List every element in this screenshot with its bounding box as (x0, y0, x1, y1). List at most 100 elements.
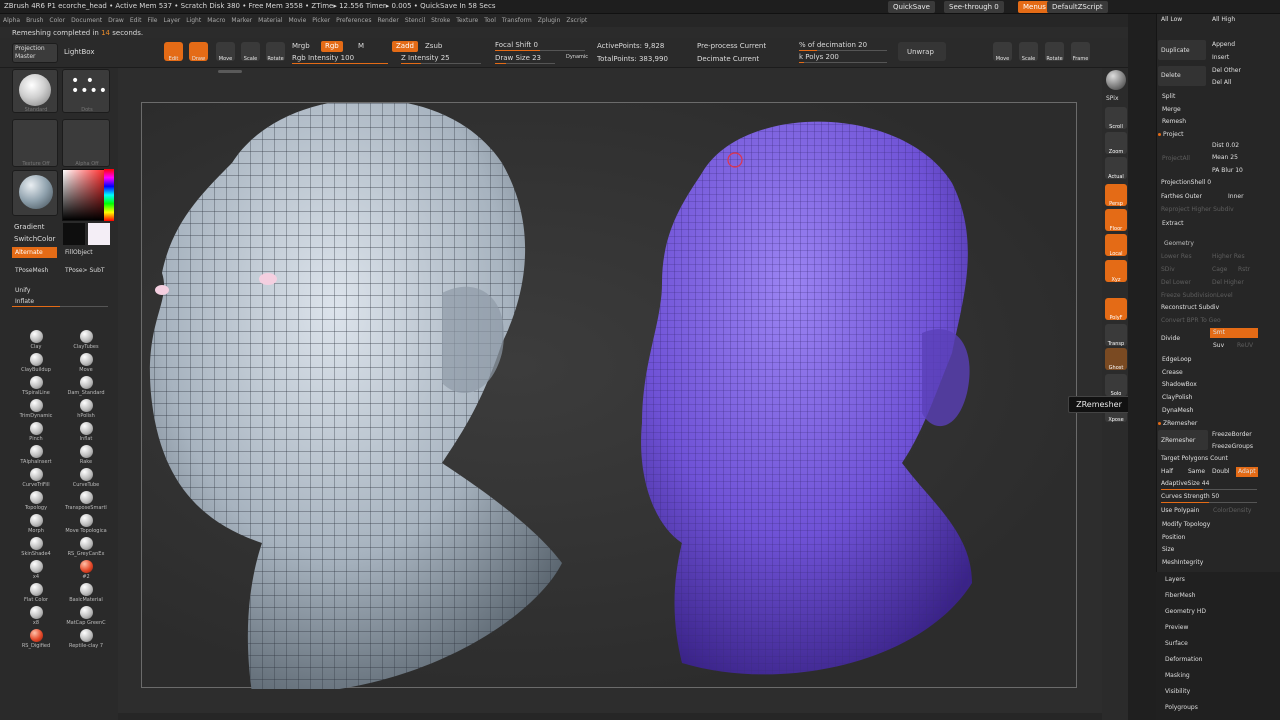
split-subpalette[interactable]: Split (1162, 91, 1175, 102)
menu-item[interactable]: Edit (130, 14, 142, 27)
brush-slot[interactable]: Move (61, 353, 111, 373)
del-all-button[interactable]: Del All (1212, 77, 1231, 88)
default-zscript-button[interactable]: DefaultZScript (1047, 1, 1108, 13)
canvas-scroll-handle[interactable] (218, 70, 242, 73)
xyz-button[interactable]: Xyz (1105, 260, 1127, 283)
draw-size-track[interactable] (495, 63, 555, 64)
brush-slot[interactable]: Inflat (61, 422, 111, 442)
gradient-button[interactable]: Gradient (14, 223, 44, 231)
secondary-color-swatch[interactable] (63, 223, 85, 245)
menu-item[interactable]: Marker (231, 14, 252, 27)
main-color-swatch[interactable] (88, 223, 110, 245)
brush-slot[interactable]: MatCap GreenC (61, 606, 111, 626)
bpr-render-icon[interactable] (1106, 70, 1126, 90)
crease-subpalette[interactable]: Crease (1162, 367, 1183, 378)
double-button[interactable]: Doubl (1212, 466, 1230, 477)
brush-slot[interactable]: Move Topologica (61, 514, 111, 534)
claypolish-subpalette[interactable]: ClayPolish (1162, 392, 1192, 403)
zremesher-subpalette[interactable]: ZRemesher (1158, 418, 1197, 429)
frame-view-button[interactable]: Frame (1071, 42, 1090, 62)
local-button[interactable]: Local (1105, 234, 1127, 257)
shadowbox-subpalette[interactable]: ShadowBox (1162, 379, 1197, 390)
brush-slot[interactable]: CurveTriFill (11, 468, 61, 488)
reproject-higher-subdiv-button[interactable]: Reproject Higher Subdiv (1161, 204, 1234, 215)
extract-subpalette[interactable]: Extract (1162, 218, 1184, 229)
decimation-track[interactable] (799, 50, 887, 51)
focal-shift-track[interactable] (495, 50, 585, 51)
actual-button[interactable]: Actual (1105, 157, 1127, 180)
menu-item[interactable]: Tool (484, 14, 496, 27)
deformation-subpalette[interactable]: Deformation (1156, 652, 1280, 668)
brush-slot[interactable]: ClayBuildup (11, 353, 61, 373)
menu-item[interactable]: Light (186, 14, 201, 27)
focal-shift-slider[interactable]: Focal Shift 0 (495, 41, 538, 49)
layers-subpalette[interactable]: Layers (1156, 572, 1280, 588)
quicksave-button[interactable]: QuickSave (888, 1, 935, 13)
draw-mode-button[interactable]: Draw (189, 42, 208, 62)
switch-color-button[interactable]: SwitchColor (14, 235, 55, 243)
k-polys-track[interactable] (799, 62, 887, 63)
menu-item[interactable]: Zplugin (538, 14, 561, 27)
sdiv-slider[interactable]: SDiv (1161, 264, 1175, 275)
decimate-current-button[interactable]: Decimate Current (697, 55, 759, 63)
color-density-slider[interactable]: ColorDensity (1213, 505, 1251, 516)
half-button[interactable]: Half (1161, 466, 1173, 477)
brush-slot[interactable]: TrimDynamic (11, 399, 61, 419)
brush-slot[interactable]: CurveTube (61, 468, 111, 488)
brush-slot[interactable]: RS_Digified (11, 629, 61, 649)
brush-slot[interactable]: TSpiralLine (11, 376, 61, 396)
brush-slot[interactable]: Flat Color (11, 583, 61, 603)
menus-button[interactable]: Menus (1018, 1, 1051, 13)
cage-button[interactable]: Cage (1212, 264, 1227, 275)
move-view-button[interactable]: Move (993, 42, 1012, 62)
dynamic-button[interactable]: Dynamic (566, 54, 588, 60)
brush-slot[interactable]: RS_GreyCanEx (61, 537, 111, 557)
size-subpalette[interactable]: Size (1162, 544, 1174, 555)
brush-slot[interactable]: Pinch (11, 422, 61, 442)
document-frame[interactable] (141, 102, 1077, 689)
curves-strength-track[interactable] (1161, 502, 1257, 503)
use-polypaint-toggle[interactable]: Use Polypain (1161, 505, 1199, 516)
edgeloop-subpalette[interactable]: EdgeLoop (1162, 354, 1192, 365)
alternate-button[interactable]: Alternate (12, 247, 57, 258)
menu-item[interactable]: Zscript (566, 14, 587, 27)
geometry-hd-subpalette[interactable]: Geometry HD (1156, 604, 1280, 620)
polygroups-subpalette[interactable]: Polygroups (1156, 700, 1280, 716)
scale-mode-button[interactable]: Scale (241, 42, 260, 62)
dynamesh-subpalette[interactable]: DynaMesh (1162, 405, 1193, 416)
meshintegrity-subpalette[interactable]: MeshIntegrity (1162, 557, 1203, 568)
menu-item[interactable]: Brush (26, 14, 43, 27)
brush-slot[interactable]: Rake (61, 445, 111, 465)
all-high-button[interactable]: All High (1212, 14, 1235, 25)
projection-shell-slider[interactable]: ProjectionShell 0 (1161, 177, 1211, 188)
menu-item[interactable]: Macro (207, 14, 225, 27)
right-head-model[interactable] (641, 121, 972, 675)
menu-item[interactable]: Movie (289, 14, 307, 27)
menu-item[interactable]: File (147, 14, 157, 27)
project-subpalette[interactable]: Project (1158, 129, 1184, 140)
brush-slot[interactable]: BasicMaterial (61, 583, 111, 603)
scroll-button[interactable]: Scroll (1105, 107, 1127, 130)
brush-slot[interactable]: x8 (11, 606, 61, 626)
zadd-button[interactable]: Zadd (392, 41, 418, 52)
brush-slot[interactable]: x4 (11, 560, 61, 580)
divide-button[interactable]: Divide (1161, 333, 1180, 344)
brush-slot[interactable]: SkinShade4 (11, 537, 61, 557)
target-polygons-slider[interactable]: Target Polygons Count (1161, 453, 1228, 464)
brush-slot[interactable]: TransposeSmartl (61, 491, 111, 511)
surface-subpalette[interactable]: Surface (1156, 636, 1280, 652)
rgb-intensity-slider[interactable]: Rgb Intensity 100 (292, 54, 354, 62)
reconstruct-subdiv-button[interactable]: Reconstruct Subdiv (1161, 302, 1219, 313)
brush-slot[interactable]: hPolish (61, 399, 111, 419)
dist-slider[interactable]: Dist 0.02 (1212, 140, 1239, 151)
tpose-mesh-button[interactable]: TPoseMesh (12, 265, 48, 276)
inner-button[interactable]: Inner (1228, 191, 1244, 202)
menu-item[interactable]: Alpha (3, 14, 20, 27)
left-head-model[interactable] (149, 103, 562, 689)
move-mode-button[interactable]: Move (216, 42, 235, 62)
brush-picker[interactable]: Standard (12, 69, 58, 113)
brush-slot[interactable]: ClayTubes (61, 330, 111, 350)
project-all-button[interactable]: ProjectAll (1162, 153, 1190, 164)
del-lower-button[interactable]: Del Lower (1161, 277, 1191, 288)
persp-button[interactable]: Persp (1105, 184, 1127, 207)
